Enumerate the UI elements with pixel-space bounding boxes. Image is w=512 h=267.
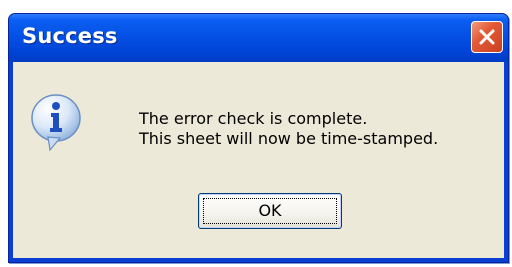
message-line-1: The error check is complete. <box>139 109 368 128</box>
ok-button[interactable]: OK <box>198 193 342 229</box>
title-bar[interactable]: Success <box>9 14 508 62</box>
ok-button-label: OK <box>258 201 282 220</box>
message-text: The error check is complete. This sheet … <box>139 109 438 149</box>
close-button[interactable] <box>471 21 503 53</box>
info-icon <box>31 94 81 151</box>
close-icon <box>479 29 495 45</box>
message-line-2: This sheet will now be time-stamped. <box>139 129 439 148</box>
dialog-title: Success <box>22 24 118 48</box>
dialog-window: Success The error check is complete. Thi… <box>8 13 509 263</box>
dialog-body: The error check is complete. This sheet … <box>13 62 504 258</box>
